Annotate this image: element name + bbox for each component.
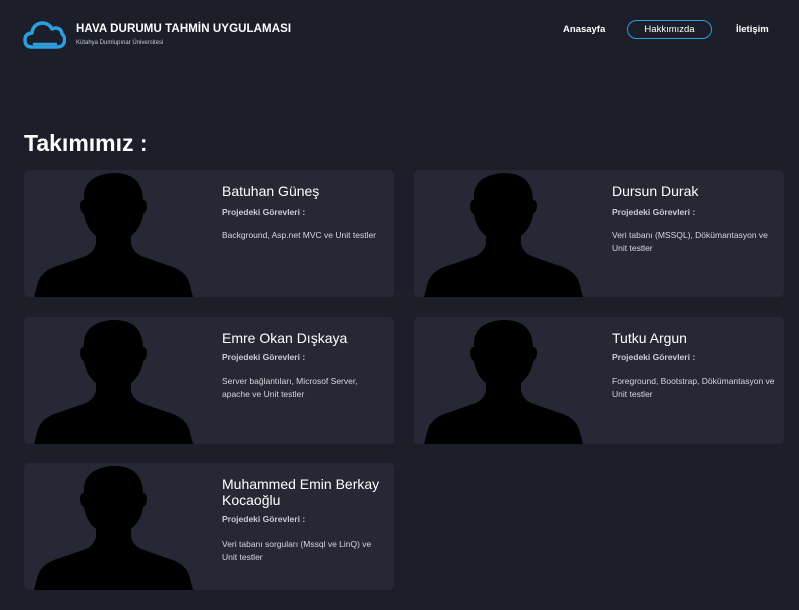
header: HAVA DURUMU TAHMİN UYGULAMASI Kütahya Du… bbox=[0, 0, 799, 60]
role-text: Foreground, Bootstrap, Dökümantasyon ve … bbox=[612, 376, 775, 399]
profile-photo-placeholder bbox=[24, 170, 224, 297]
role-text: Veri tabanı (MSSQL), Dökümantasyon ve Un… bbox=[612, 230, 768, 253]
nav-about-link[interactable]: Hakkımızda bbox=[627, 20, 712, 39]
nav-home-link[interactable]: Anasayfa bbox=[563, 24, 605, 35]
role-label: Projedeki Görevleri : bbox=[222, 207, 306, 217]
role-label: Projedeki Görevleri : bbox=[612, 352, 696, 362]
profile-photo-placeholder bbox=[414, 317, 614, 444]
nav-contact-link[interactable]: İletişim bbox=[736, 24, 769, 35]
app-title[interactable]: HAVA DURUMU TAHMİN UYGULAMASI bbox=[76, 23, 291, 35]
role-label: Projedeki Görevleri : bbox=[612, 207, 696, 217]
role-text: Veri tabanı sorguları (Mssql ve LinQ) ve… bbox=[222, 539, 372, 562]
role-text: Background, Asp.net MVC ve Unit testler bbox=[222, 230, 377, 240]
app-subtitle: Kütahya Dumlupınar Üniversitesi bbox=[76, 40, 164, 46]
team-member-card: Muhammed Emin Berkay Kocaoğlu Projedeki … bbox=[24, 463, 394, 590]
cloud-icon[interactable] bbox=[23, 20, 67, 50]
team-member-card: Tutku Argun Projedeki Görevleri : Foregr… bbox=[414, 317, 784, 444]
member-name: Emre Okan Dışkaya bbox=[222, 330, 348, 346]
team-member-card: Emre Okan Dışkaya Projedeki Görevleri : … bbox=[24, 317, 394, 444]
role-label: Projedeki Görevleri : bbox=[222, 514, 306, 524]
team-member-card: Dursun Durak Projedeki Görevleri : Veri … bbox=[414, 170, 784, 297]
member-name: Batuhan Güneş bbox=[222, 183, 320, 199]
profile-photo-placeholder bbox=[24, 463, 224, 590]
member-name: Dursun Durak bbox=[612, 183, 699, 199]
role-text: Server bağlantıları, Microsof Server, ap… bbox=[222, 376, 358, 399]
profile-photo-placeholder bbox=[414, 170, 614, 297]
profile-photo-placeholder bbox=[24, 317, 224, 444]
section-title: Takımımız : bbox=[24, 130, 148, 156]
team-member-card: Batuhan Güneş Projedeki Görevleri : Back… bbox=[24, 170, 394, 297]
member-name: Muhammed Emin Berkay Kocaoğlu bbox=[222, 476, 380, 508]
role-label: Projedeki Görevleri : bbox=[222, 352, 306, 362]
member-name: Tutku Argun bbox=[612, 330, 687, 346]
